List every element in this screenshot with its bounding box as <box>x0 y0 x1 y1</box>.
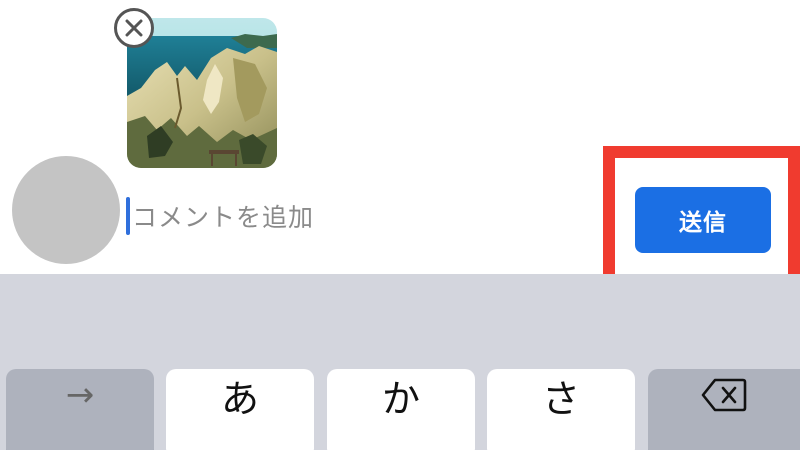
close-circle-icon <box>125 19 143 37</box>
keyboard: → あ か さ <box>0 274 800 450</box>
comment-input[interactable]: コメントを追加 <box>126 196 566 236</box>
key-arrow-right[interactable]: → <box>6 369 154 450</box>
key-a[interactable]: あ <box>166 369 314 450</box>
avatar <box>12 156 120 264</box>
key-sa[interactable]: さ <box>487 369 635 450</box>
comment-input-placeholder: コメントを追加 <box>132 203 315 232</box>
key-label: あ <box>220 376 259 421</box>
remove-attachment-button[interactable] <box>114 8 154 48</box>
comment-composer: コメントを追加 送信 <box>0 0 800 288</box>
key-backspace[interactable] <box>648 369 800 450</box>
key-ka[interactable]: か <box>327 369 475 450</box>
arrow-right-icon: → <box>65 375 95 415</box>
send-button[interactable]: 送信 <box>635 187 771 253</box>
key-label: さ <box>541 376 580 421</box>
backspace-icon <box>701 378 747 450</box>
text-caret <box>126 197 130 235</box>
send-button-label: 送信 <box>679 210 727 236</box>
key-label: か <box>381 376 420 421</box>
